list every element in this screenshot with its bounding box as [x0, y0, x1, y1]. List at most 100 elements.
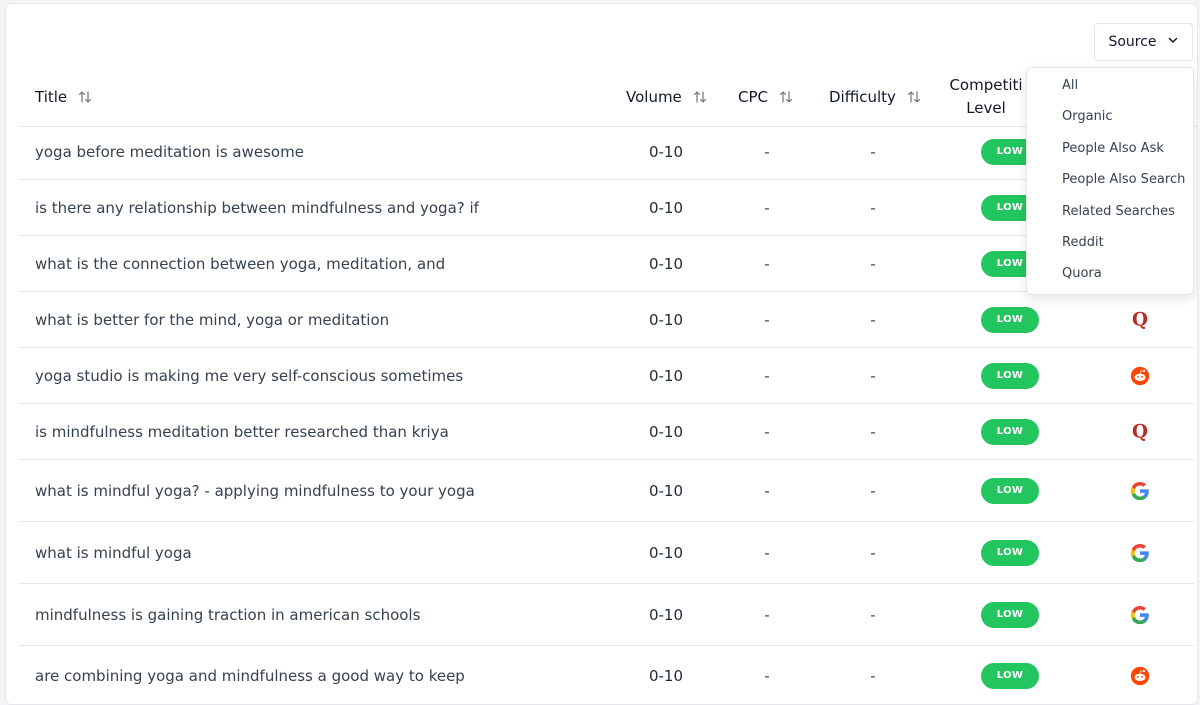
competition-cell: LOW	[981, 646, 1039, 704]
column-title-label: Title	[35, 88, 68, 106]
google-icon	[1126, 584, 1154, 645]
source-filter-button[interactable]: Source	[1094, 23, 1193, 61]
quora-icon: Q	[1126, 404, 1154, 459]
row-cpc: -	[764, 422, 770, 441]
row-title[interactable]: yoga before meditation is awesome	[35, 124, 615, 179]
column-header-cpc[interactable]: CPC	[738, 67, 794, 127]
competition-badge: LOW	[981, 306, 1039, 333]
competition-badge: LOW	[981, 477, 1039, 504]
row-volume: 0-10	[648, 254, 684, 273]
column-header-competition[interactable]: Competiti Level	[941, 67, 1031, 127]
row-title[interactable]: is mindfulness meditation better researc…	[35, 404, 615, 459]
row-difficulty: -	[870, 605, 876, 624]
column-header-volume[interactable]: Volume	[626, 67, 708, 127]
row-cpc: -	[764, 605, 770, 624]
sort-icon[interactable]	[692, 89, 708, 105]
row-title[interactable]: what is mindful yoga	[35, 522, 615, 583]
row-volume: 0-10	[648, 543, 684, 562]
row-cpc: -	[764, 666, 770, 685]
table-row[interactable]: what is mindful yoga? - applying mindful…	[19, 460, 1194, 522]
dropdown-option-people-also-ask[interactable]: People Also Ask	[1062, 141, 1164, 156]
row-volume: 0-10	[648, 481, 684, 500]
column-volume-label: Volume	[626, 88, 682, 106]
dropdown-option-people-also-search[interactable]: People Also Search	[1062, 172, 1185, 187]
competition-badge: LOW	[981, 601, 1039, 628]
competition-cell: LOW	[981, 292, 1039, 347]
competition-cell: LOW	[981, 522, 1039, 583]
column-header-title[interactable]: Title	[35, 67, 93, 127]
row-title[interactable]: what is mindful yoga? - applying mindful…	[35, 460, 615, 521]
competition-badge: LOW	[981, 662, 1039, 689]
quora-icon: Q	[1126, 292, 1154, 347]
row-difficulty: -	[870, 666, 876, 685]
svg-text:Q: Q	[1132, 309, 1148, 330]
competition-badge: LOW	[981, 539, 1039, 566]
table-row[interactable]: is there any relationship between mindfu…	[19, 180, 1194, 236]
row-title[interactable]: what is better for the mind, yoga or med…	[35, 292, 615, 347]
row-difficulty: -	[870, 422, 876, 441]
dropdown-option-all[interactable]: All	[1062, 78, 1078, 93]
dropdown-option-related-searches[interactable]: Related Searches	[1062, 204, 1175, 219]
row-difficulty: -	[870, 142, 876, 161]
google-icon	[1126, 460, 1154, 521]
row-volume: 0-10	[648, 310, 684, 329]
row-difficulty: -	[870, 481, 876, 500]
table-row[interactable]: yoga studio is making me very self-consc…	[19, 348, 1194, 404]
column-competition-label-line1: Competiti	[949, 76, 1023, 94]
row-difficulty: -	[870, 254, 876, 273]
source-dropdown-menu: All Organic People Also Ask People Also …	[1026, 67, 1194, 295]
table-row[interactable]: are combining yoga and mindfulness a goo…	[19, 646, 1194, 704]
row-volume: 0-10	[648, 422, 684, 441]
row-volume: 0-10	[648, 366, 684, 385]
row-difficulty: -	[870, 543, 876, 562]
competition-cell: LOW	[981, 404, 1039, 459]
table-row[interactable]: what is better for the mind, yoga or med…	[19, 292, 1194, 348]
reddit-icon	[1126, 348, 1154, 403]
competition-cell: LOW	[981, 584, 1039, 645]
column-competition-label-line2: Level	[966, 99, 1006, 117]
row-difficulty: -	[870, 198, 876, 217]
row-title[interactable]: what is the connection between yoga, med…	[35, 236, 615, 291]
sort-icon[interactable]	[778, 89, 794, 105]
row-volume: 0-10	[648, 142, 684, 161]
table-row[interactable]: mindfulness is gaining traction in ameri…	[19, 584, 1194, 646]
row-title[interactable]: yoga studio is making me very self-consc…	[35, 348, 615, 403]
row-title[interactable]: mindfulness is gaining traction in ameri…	[35, 584, 615, 645]
row-cpc: -	[764, 481, 770, 500]
row-difficulty: -	[870, 310, 876, 329]
table-row[interactable]: yoga before meditation is awesome 0-10- - L…	[19, 124, 1194, 180]
source-filter-label: Source	[1108, 34, 1157, 50]
competition-badge: LOW	[981, 362, 1039, 389]
column-cpc-label: CPC	[738, 88, 768, 106]
row-cpc: -	[764, 142, 770, 161]
row-difficulty: -	[870, 366, 876, 385]
sort-icon[interactable]	[77, 89, 93, 105]
reddit-icon	[1126, 646, 1154, 704]
column-difficulty-label: Difficulty	[829, 88, 896, 106]
table-row[interactable]: what is the connection between yoga, med…	[19, 236, 1194, 292]
keywords-panel: Source Title Volume CPC Difficulty Compe…	[5, 3, 1198, 705]
column-header-difficulty[interactable]: Difficulty	[829, 67, 922, 127]
table-row[interactable]: is mindfulness meditation better researc…	[19, 404, 1194, 460]
row-volume: 0-10	[648, 198, 684, 217]
competition-cell: LOW	[981, 460, 1039, 521]
dropdown-option-reddit[interactable]: Reddit	[1062, 235, 1104, 250]
competition-badge: LOW	[981, 418, 1039, 445]
chevron-down-icon	[1167, 34, 1179, 50]
competition-cell: LOW	[981, 348, 1039, 403]
row-volume: 0-10	[648, 666, 684, 685]
row-cpc: -	[764, 310, 770, 329]
row-cpc: -	[764, 254, 770, 273]
table-row[interactable]: what is mindful yoga 0-10 - - LOW	[19, 522, 1194, 584]
sort-icon[interactable]	[906, 89, 922, 105]
google-icon	[1126, 522, 1154, 583]
row-cpc: -	[764, 543, 770, 562]
row-cpc: -	[764, 366, 770, 385]
row-cpc: -	[764, 198, 770, 217]
row-title[interactable]: is there any relationship between mindfu…	[35, 180, 615, 235]
svg-text:Q: Q	[1132, 421, 1148, 442]
dropdown-option-organic[interactable]: Organic	[1062, 109, 1113, 124]
dropdown-option-quora[interactable]: Quora	[1062, 266, 1102, 281]
row-title[interactable]: are combining yoga and mindfulness a goo…	[35, 646, 615, 704]
row-volume: 0-10	[648, 605, 684, 624]
